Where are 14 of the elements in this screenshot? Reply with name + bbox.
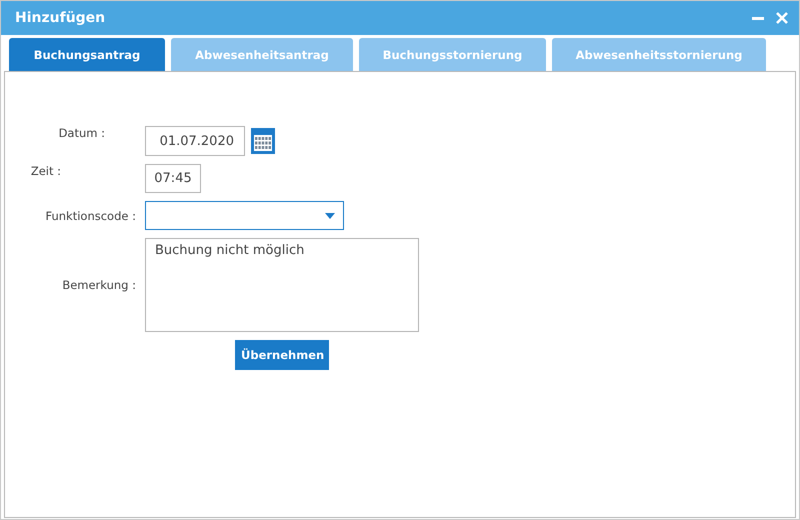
remark-field[interactable]: Buchung nicht möglich — [145, 238, 419, 332]
window-title: Hinzufügen — [15, 10, 106, 26]
dropdown-field[interactable] — [145, 201, 344, 230]
close-icon[interactable] — [775, 11, 789, 25]
calendar-icon[interactable] — [251, 128, 275, 154]
field-label: Bemerkung : — [61, 278, 136, 292]
date-field[interactable]: 01.07.2020 — [145, 126, 245, 156]
field-label: Funktionscode : — [44, 208, 136, 222]
submit-button[interactable]: Übernehmen — [235, 340, 329, 370]
field-label: Zeit : — [30, 164, 61, 180]
tab[interactable]: Buchungsantrag — [9, 38, 165, 71]
time-field[interactable]: 07:45 — [145, 164, 201, 193]
field-label: Datum : — [58, 126, 106, 142]
caret-icon — [325, 212, 335, 218]
